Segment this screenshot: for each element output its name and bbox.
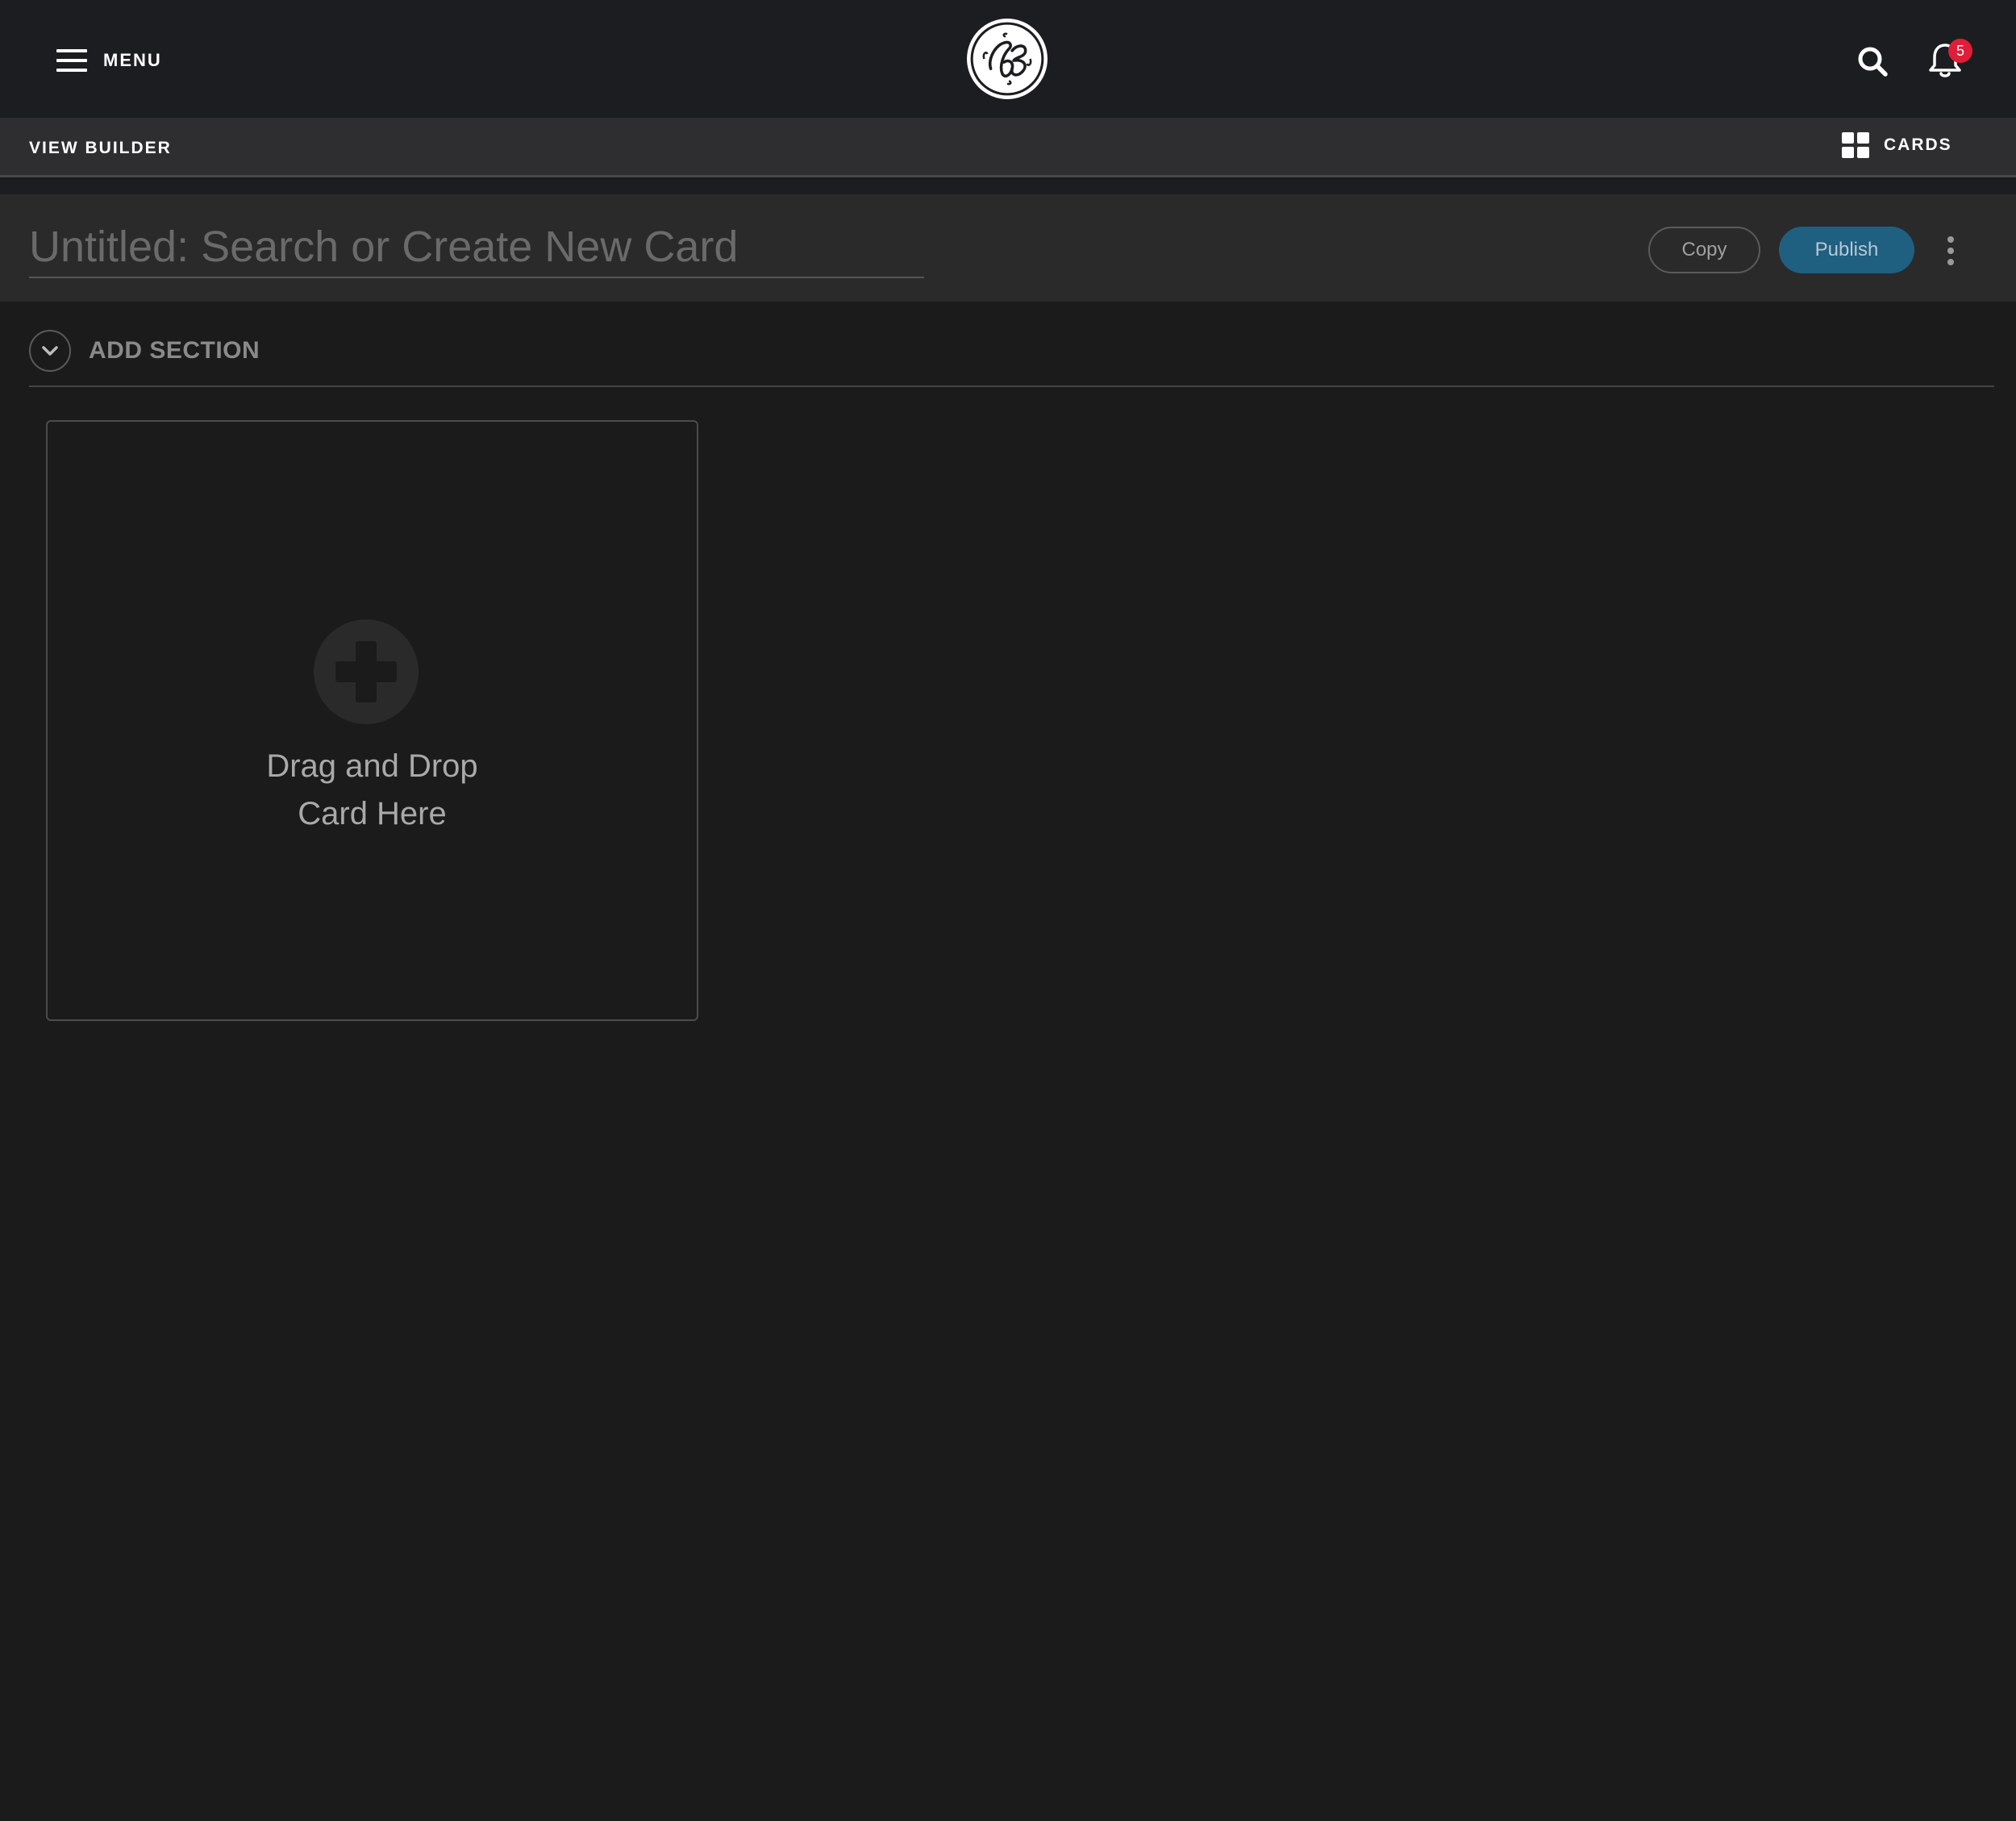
card-drop-zone[interactable]: Drag and Drop Card Here <box>46 420 698 1021</box>
card-title-input[interactable] <box>29 217 924 278</box>
page-title: VIEW BUILDER <box>29 139 172 157</box>
drop-zone-line-2: Card Here <box>298 796 447 831</box>
sub-header: VIEW BUILDER CARDS <box>0 118 2016 177</box>
hamburger-icon <box>56 49 87 72</box>
copy-button[interactable]: Copy <box>1648 227 1760 273</box>
more-options-icon[interactable] <box>1940 236 1961 265</box>
title-bar: Copy Publish <box>0 194 2016 302</box>
search-icon[interactable] <box>1856 45 1889 77</box>
top-header: MENU 5 <box>0 0 2016 118</box>
menu-label: MENU <box>103 50 162 70</box>
chevron-down-icon <box>29 330 71 372</box>
cards-label: CARDS <box>1884 135 1952 154</box>
grid-icon <box>1842 132 1869 158</box>
add-section-label: ADD SECTION <box>89 337 260 364</box>
notification-badge: 5 <box>1948 39 1972 63</box>
drop-zone-text: Drag and Drop Card Here <box>48 743 697 838</box>
section-divider <box>29 385 1994 387</box>
menu-button[interactable]: MENU <box>56 40 162 81</box>
add-section-toggle[interactable]: ADD SECTION <box>29 329 260 373</box>
cards-button[interactable]: CARDS <box>1842 131 1952 160</box>
header-divider <box>0 180 2016 194</box>
publish-button[interactable]: Publish <box>1779 227 1914 273</box>
drop-zone-line-1: Drag and Drop <box>266 748 478 784</box>
add-card-icon <box>314 619 419 724</box>
ge-logo-icon[interactable] <box>966 18 1048 100</box>
